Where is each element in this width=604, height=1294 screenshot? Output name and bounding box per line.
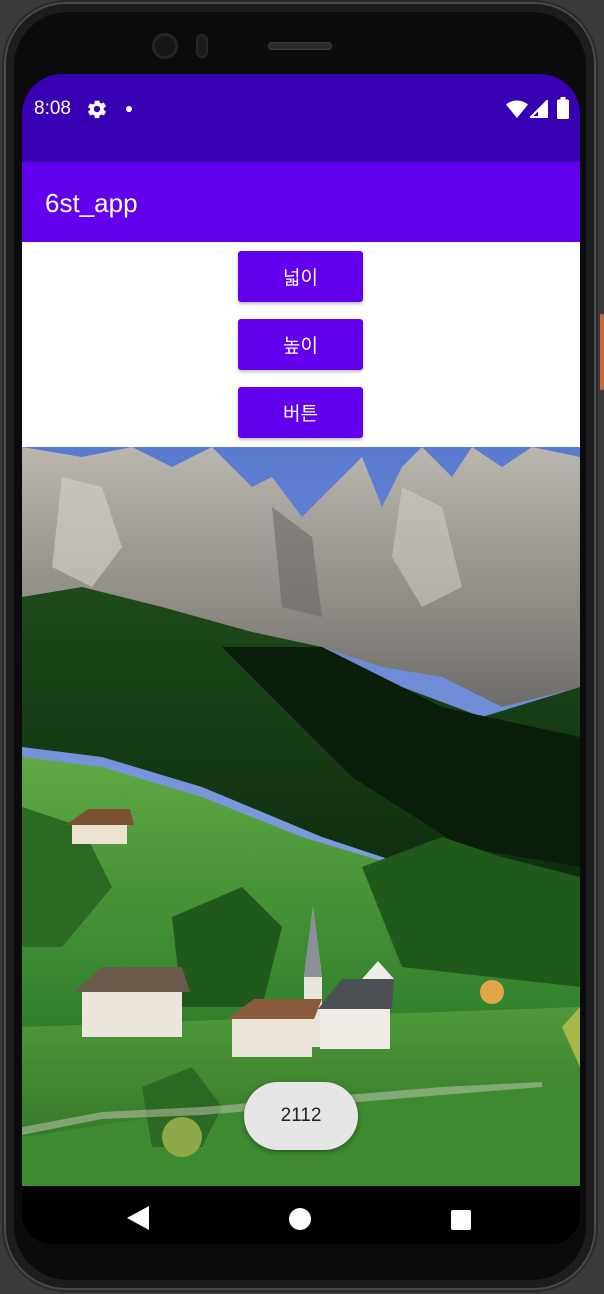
status-bar: 8:08 — [22, 74, 580, 162]
app-bar: 6st_app — [22, 162, 580, 242]
width-button[interactable]: 넓이 — [238, 251, 363, 302]
notification-dot-icon — [126, 106, 132, 112]
wifi-icon — [506, 100, 528, 118]
proximity-sensor — [196, 34, 208, 58]
status-time: 8:08 — [34, 98, 71, 119]
app-title: 6st_app — [45, 188, 138, 218]
front-camera — [152, 33, 178, 59]
navigation-bar — [22, 1186, 580, 1244]
landscape-photo-icon — [22, 447, 580, 1186]
signal-icon — [530, 100, 548, 118]
height-button[interactable]: 높이 — [238, 319, 363, 370]
generic-button[interactable]: 버튼 — [238, 387, 363, 438]
button-panel: 넓이 높이 버튼 — [22, 242, 580, 447]
toast-message: 2112 — [244, 1082, 358, 1150]
battery-icon — [557, 97, 569, 119]
home-icon[interactable] — [289, 1208, 311, 1230]
screen: 8:08 6st_app 넓이 높이 버튼 2112 — [22, 74, 580, 1244]
speaker-grille — [268, 42, 332, 50]
back-icon[interactable] — [127, 1206, 149, 1230]
landscape-image — [22, 447, 580, 1186]
recents-icon[interactable] — [451, 1210, 471, 1230]
side-button — [600, 314, 604, 390]
gear-icon — [88, 100, 106, 119]
